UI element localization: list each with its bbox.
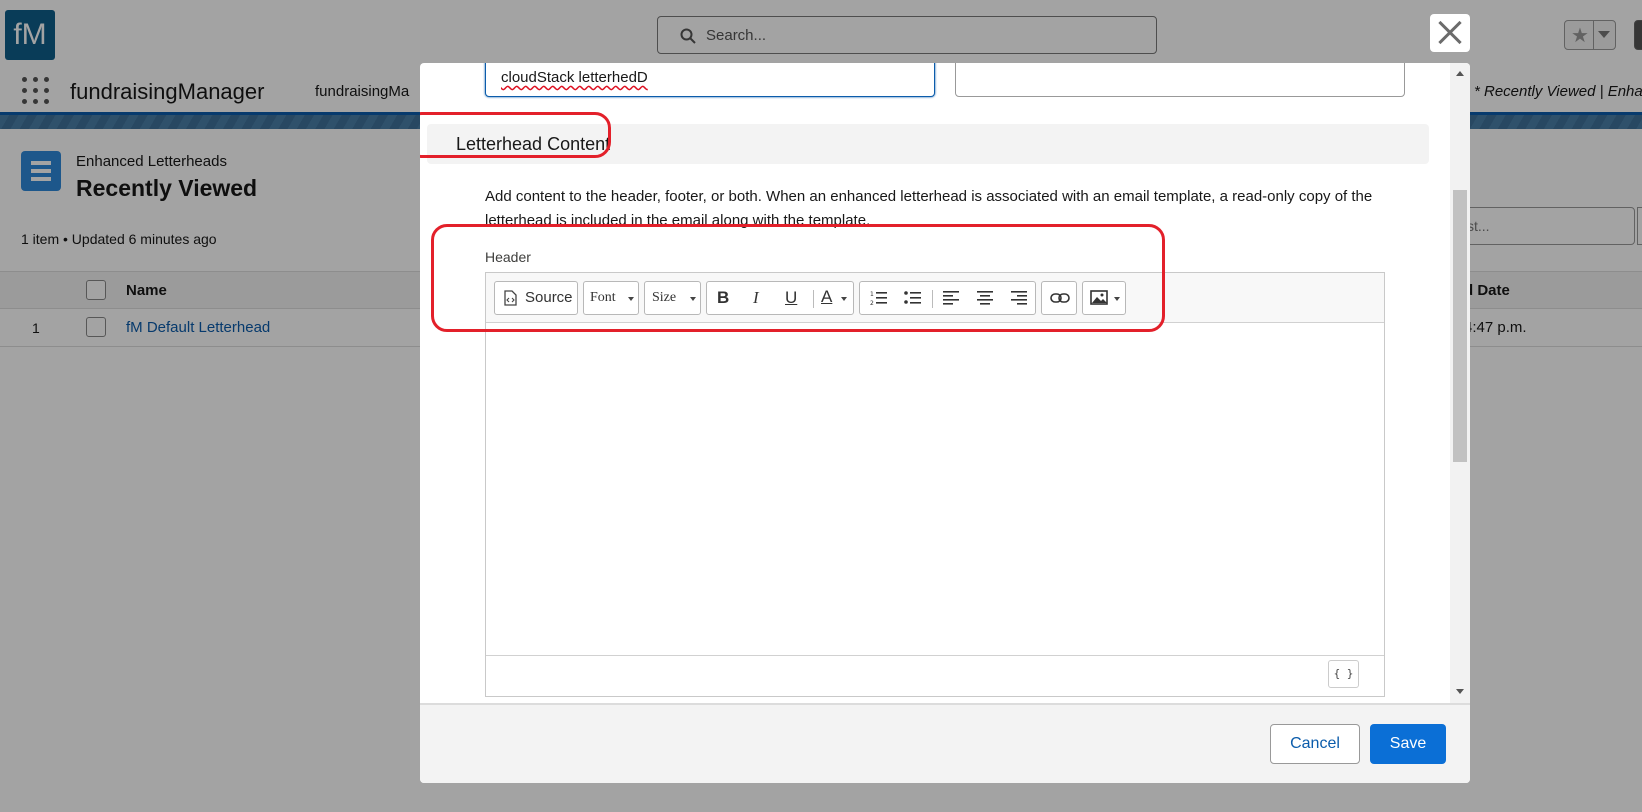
annotation-toolbar	[431, 224, 1165, 332]
scroll-up-icon[interactable]	[1456, 71, 1464, 76]
annotation-section-title	[420, 112, 611, 158]
save-button[interactable]: Save	[1370, 724, 1446, 764]
merge-field-button[interactable]: { }	[1328, 660, 1359, 688]
header-content-area[interactable]	[486, 323, 1384, 655]
editor-footer: { }	[486, 655, 1384, 696]
header-rich-text-editor: Source Font Size B I U A 1 2 {}	[485, 272, 1385, 697]
modal-footer: Cancel Save	[420, 703, 1470, 783]
name-input[interactable]: cloudStack letterhedD	[485, 63, 935, 97]
modal-scrollbar[interactable]	[1450, 63, 1470, 703]
scroll-down-icon[interactable]	[1456, 689, 1464, 694]
close-icon[interactable]	[1430, 14, 1470, 52]
edit-letterhead-modal: cloudStack letterhedD Letterhead Content…	[420, 63, 1470, 783]
modal-body: cloudStack letterhedD Letterhead Content…	[420, 63, 1450, 703]
scrollbar-thumb[interactable]	[1453, 190, 1467, 462]
name-input-value: cloudStack letterhedD	[501, 69, 648, 86]
description-input[interactable]	[955, 63, 1405, 97]
cancel-button[interactable]: Cancel	[1270, 724, 1360, 764]
